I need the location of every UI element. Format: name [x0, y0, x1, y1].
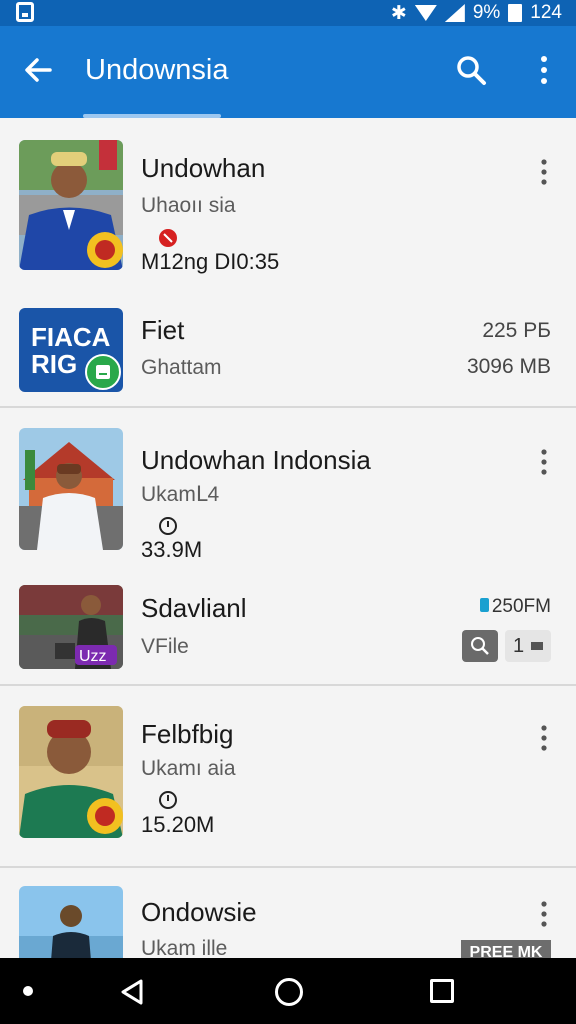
- list-item[interactable]: Undowhan Uhaoıı sia M12ng DI0:35: [0, 118, 576, 288]
- item-size: 250FM: [479, 594, 551, 620]
- list-item[interactable]: Felbfbig Ukamı aia 15.20M: [0, 686, 576, 866]
- item-name: Undowhan: [141, 153, 266, 183]
- list-item[interactable]: Undowhan Indonsia Ukamᒪ4 33.9M: [0, 408, 576, 562]
- bluetooth-icon: ✱: [390, 2, 407, 24]
- list-item[interactable]: Uzz Sdavlianl VFile 250FM 1: [0, 562, 576, 684]
- item-size-text: 250FM: [491, 596, 551, 617]
- item-thumbnail: [19, 706, 123, 838]
- item-name: Undowhan Indonsia: [141, 445, 371, 475]
- more-options-icon[interactable]: [534, 53, 554, 87]
- list-item[interactable]: FIACA RIG Fiet Ghattam 225 РБ 3096 MB: [0, 288, 576, 406]
- item-more-icon[interactable]: [537, 448, 551, 476]
- item-meta: 33.9M: [141, 537, 203, 562]
- search-icon: [471, 637, 489, 655]
- storage-icon: [479, 598, 489, 612]
- item-subtitle: Uhaoıı sia: [141, 194, 236, 217]
- clock-icon: [159, 517, 177, 535]
- item-logo: FIACA RIG: [19, 308, 123, 392]
- item-subtitle: Ghattam: [141, 356, 222, 379]
- nav-dot-indicator: [23, 986, 33, 996]
- battery-percent: 9%: [472, 2, 501, 23]
- item-badge: PREE MK: [461, 940, 551, 958]
- search-chip[interactable]: [462, 630, 498, 662]
- item-thumbnail: [19, 140, 123, 270]
- nav-back-icon[interactable]: [119, 978, 145, 1006]
- item-name: Felbfbig: [141, 719, 234, 749]
- clock-icon: [159, 791, 177, 809]
- clock: 124: [530, 2, 562, 23]
- item-name: Fiet: [141, 315, 185, 345]
- page-title: Undownsia: [85, 54, 229, 86]
- item-more-icon[interactable]: [537, 900, 551, 928]
- system-nav-bar: [0, 958, 576, 1024]
- record-icon: [159, 229, 177, 247]
- item-thumbnail: [19, 886, 123, 958]
- item-more-icon[interactable]: [537, 158, 551, 186]
- item-more-icon[interactable]: [537, 724, 551, 752]
- item-size-bottom: 3096 MB: [466, 355, 551, 378]
- item-subtitle: VFile: [141, 635, 189, 658]
- list-item[interactable]: Ondowsie Ukam ille PREE MK: [0, 868, 576, 958]
- battery-icon: [508, 4, 523, 22]
- wifi-icon: [414, 5, 437, 21]
- app-badge-icon: [85, 354, 121, 390]
- thumbnail-badge: Uzz: [79, 648, 107, 665]
- app-bar: Undownsia: [0, 26, 576, 118]
- item-thumbnail: [19, 428, 123, 550]
- nav-home-icon[interactable]: [275, 978, 303, 1006]
- phone-notification-icon: [16, 2, 34, 22]
- item-meta: 15.20M: [141, 812, 215, 837]
- signal-icon: [444, 4, 465, 22]
- item-subtitle: Ukamᒪ4: [141, 483, 220, 506]
- item-name: Ondowsie: [141, 897, 257, 927]
- back-arrow-icon[interactable]: [20, 52, 56, 88]
- status-bar: ✱ 9% 124: [0, 0, 576, 26]
- file-list: Undowhan Uhaoıı sia M12ng DI0:35 FIACA R…: [0, 118, 576, 958]
- item-meta: M12ng DI0:35: [141, 249, 280, 274]
- nav-recents-icon[interactable]: [430, 979, 454, 1003]
- item-size-top: 225 РБ: [482, 319, 551, 342]
- item-subtitle: Ukamı aia: [141, 757, 236, 780]
- item-name: Sdavlianl: [141, 593, 247, 623]
- item-subtitle: Ukam ille: [141, 937, 228, 958]
- search-icon[interactable]: [454, 53, 488, 87]
- item-thumbnail: Uzz: [19, 585, 123, 669]
- count-chip[interactable]: 1: [505, 630, 551, 662]
- status-indicators: ✱ 9% 124: [391, 0, 562, 26]
